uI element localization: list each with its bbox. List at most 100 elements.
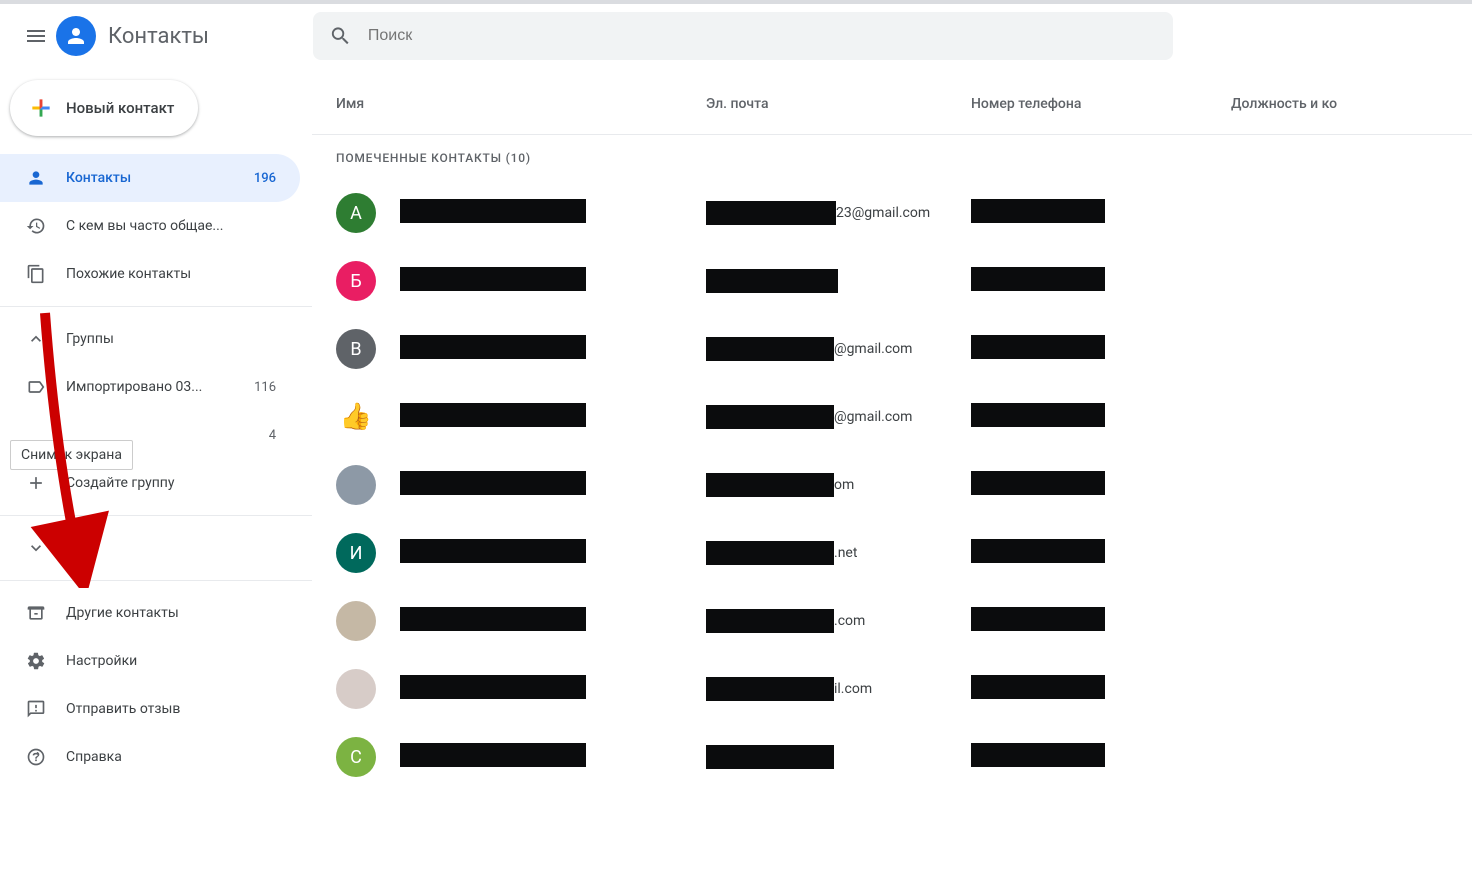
table-row[interactable]: 👍@gmail.com: [312, 383, 1472, 451]
chevron-up-icon: [24, 327, 48, 351]
table-row[interactable]: il.com: [312, 655, 1472, 723]
sidebar-groups-label: Группы: [66, 331, 276, 347]
archive-icon: [24, 601, 48, 625]
contact-phone-redacted: [971, 675, 1105, 699]
sidebar-item-label: Другие контакты: [66, 605, 276, 621]
gear-icon: [24, 649, 48, 673]
column-header-phone[interactable]: Номер телефона: [971, 96, 1231, 112]
help-icon: [24, 745, 48, 769]
contact-phone-redacted: [971, 403, 1105, 427]
contact-email-redacted: [706, 609, 834, 633]
label-icon: [24, 375, 48, 399]
contact-name-redacted: [400, 267, 586, 291]
sidebar-group-item[interactable]: Импортировано 03... 116: [0, 363, 300, 411]
sidebar-more-label: Ещё: [66, 540, 276, 556]
search-box[interactable]: [313, 12, 1173, 60]
new-contact-label: Новый контакт: [66, 99, 174, 117]
avatar: И: [336, 533, 376, 573]
history-icon: [24, 214, 48, 238]
contact-email-redacted: [706, 201, 836, 225]
avatar: С: [336, 737, 376, 777]
contact-email-tail: il.com: [834, 681, 872, 697]
sidebar-create-group-label: Создайте группу: [66, 475, 276, 491]
search-input[interactable]: [368, 27, 1157, 45]
contact-phone-redacted: [971, 607, 1105, 631]
app-title: Контакты: [108, 24, 209, 49]
search-icon: [329, 24, 352, 48]
main-content: Имя Эл. почта Номер телефона Должность и…: [312, 68, 1472, 883]
contact-name-redacted: [400, 403, 586, 427]
avatar: [336, 465, 376, 505]
contact-email-tail: 23@gmail.com: [836, 205, 930, 221]
contact-name-redacted: [400, 675, 586, 699]
column-header-job[interactable]: Должность и ко: [1231, 96, 1337, 112]
table-row[interactable]: С: [312, 723, 1472, 791]
sidebar-group-count: 4: [269, 428, 276, 443]
screenshot-tooltip: Снимок экрана: [10, 440, 133, 470]
sidebar-item-frequent[interactable]: С кем вы часто общае...: [0, 202, 300, 250]
table-row[interactable]: Б: [312, 247, 1472, 315]
contact-email-redacted: [706, 745, 834, 769]
section-label-starred: Помеченные контакты (10): [312, 135, 1472, 179]
sidebar-item-label: Отправить отзыв: [66, 701, 276, 717]
contact-email-tail: .net: [834, 545, 857, 561]
contact-phone-redacted: [971, 199, 1105, 223]
avatar: А: [336, 193, 376, 233]
duplicate-icon: [24, 262, 48, 286]
new-contact-button[interactable]: Новый контакт: [10, 80, 198, 136]
table-header-row: Имя Эл. почта Номер телефона Должность и…: [312, 84, 1472, 124]
contact-name-redacted: [400, 743, 586, 767]
chevron-down-icon: [24, 536, 48, 560]
contact-email-tail: .com: [834, 613, 865, 629]
sidebar-item-settings[interactable]: Настройки: [0, 637, 300, 685]
sidebar-item-help[interactable]: Справка: [0, 733, 300, 781]
contact-phone-redacted: [971, 267, 1105, 291]
sidebar-item-label: Справка: [66, 749, 276, 765]
avatar: [336, 669, 376, 709]
column-header-email[interactable]: Эл. почта: [706, 96, 971, 112]
sidebar-group-count: 116: [254, 380, 276, 395]
contact-phone-redacted: [971, 539, 1105, 563]
contact-email-redacted: [706, 405, 834, 429]
contact-phone-redacted: [971, 335, 1105, 359]
contact-name-redacted: [400, 199, 586, 223]
plus-icon: [24, 471, 48, 495]
sidebar-item-merge[interactable]: Похожие контакты: [0, 250, 300, 298]
person-icon: [24, 166, 48, 190]
table-row[interactable]: В @gmail.com: [312, 315, 1472, 383]
column-header-name[interactable]: Имя: [336, 96, 706, 112]
main-menu-button[interactable]: [12, 12, 60, 60]
table-row[interactable]: А 23@gmail.com: [312, 179, 1472, 247]
contact-email-redacted: [706, 269, 838, 293]
avatar: В: [336, 329, 376, 369]
contact-email-redacted: [706, 541, 834, 565]
sidebar: Новый контакт Контакты 196 С кем вы част…: [0, 68, 312, 883]
contact-name-redacted: [400, 539, 586, 563]
sidebar-group-label: Импортировано 03...: [66, 379, 254, 395]
sidebar-item-label: Контакты: [66, 170, 254, 186]
avatar: 👍: [336, 397, 376, 437]
plus-multicolor-icon: [28, 95, 54, 121]
contact-phone-redacted: [971, 471, 1105, 495]
table-row[interactable]: .com: [312, 587, 1472, 655]
table-row[interactable]: И .net: [312, 519, 1472, 587]
sidebar-item-feedback[interactable]: Отправить отзыв: [0, 685, 300, 733]
contact-email-tail: @gmail.com: [834, 341, 912, 357]
contact-email-redacted: [706, 473, 834, 497]
table-row[interactable]: om: [312, 451, 1472, 519]
contact-email-tail: om: [834, 477, 854, 493]
sidebar-item-other-contacts[interactable]: Другие контакты: [0, 589, 300, 637]
sidebar-item-contacts[interactable]: Контакты 196: [0, 154, 300, 202]
sidebar-more-toggle[interactable]: Ещё: [0, 524, 300, 572]
sidebar-groups-toggle[interactable]: Группы: [0, 315, 300, 363]
sidebar-item-label: Настройки: [66, 653, 276, 669]
contact-name-redacted: [400, 335, 586, 359]
hamburger-icon: [24, 24, 48, 48]
avatar: Б: [336, 261, 376, 301]
contact-name-redacted: [400, 607, 586, 631]
contact-email-redacted: [706, 677, 834, 701]
sidebar-item-label: С кем вы часто общае...: [66, 218, 276, 234]
app-logo[interactable]: Контакты: [56, 16, 209, 56]
header: Контакты: [0, 4, 1472, 68]
feedback-icon: [24, 697, 48, 721]
